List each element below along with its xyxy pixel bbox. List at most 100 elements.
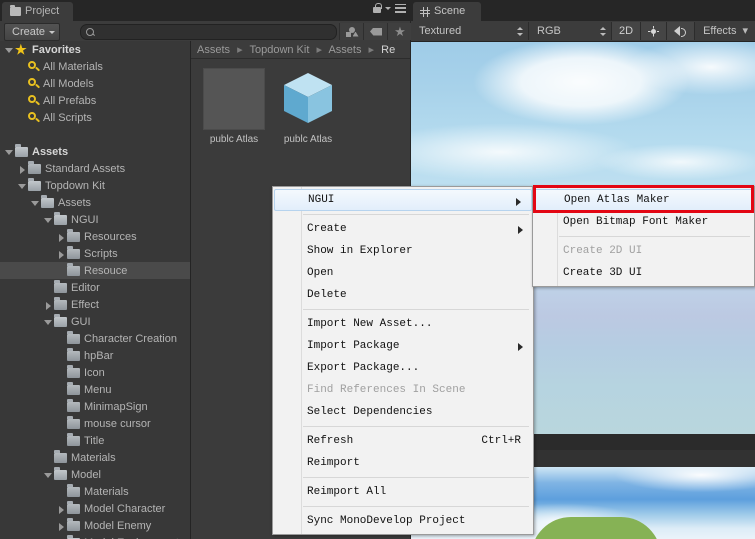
chevron-down-icon[interactable] bbox=[385, 6, 391, 10]
tree-item-character-creation[interactable]: Character Creation bbox=[0, 330, 190, 347]
breadcrumb-item[interactable]: Assets bbox=[328, 44, 361, 56]
breadcrumb-item[interactable]: Assets bbox=[197, 44, 230, 56]
toggle-audio-button[interactable] bbox=[667, 22, 696, 40]
menu-item-reimport-all[interactable]: Reimport All bbox=[273, 481, 533, 503]
project-panel-options bbox=[373, 3, 406, 13]
breadcrumb-current: Re bbox=[381, 44, 396, 56]
tree-item-scripts[interactable]: Scripts bbox=[0, 245, 190, 262]
tree-item-assets[interactable]: Assets bbox=[0, 143, 190, 160]
menu-item-open-bitmap-font-maker[interactable]: Open Bitmap Font Maker bbox=[533, 211, 754, 233]
tree-item-standard-assets[interactable]: Standard Assets bbox=[0, 160, 190, 177]
tree-item-topdown-kit[interactable]: Topdown Kit bbox=[0, 177, 190, 194]
tree-item-materials[interactable]: Materials bbox=[0, 483, 190, 500]
tree-item-title[interactable]: Title bbox=[0, 432, 190, 449]
tree-item-label: Model Character bbox=[84, 502, 166, 515]
menu-item-find-references-in-scene: Find References In Scene bbox=[273, 379, 533, 401]
filter-by-type-button[interactable] bbox=[339, 23, 364, 40]
menu-item-create-2d-ui: Create 2D UI bbox=[533, 240, 754, 262]
chevron-down-icon[interactable] bbox=[4, 146, 15, 157]
chevron-down-icon[interactable] bbox=[43, 316, 54, 327]
menu-item-import-new-asset[interactable]: Import New Asset... bbox=[273, 313, 533, 335]
chevron-right-icon[interactable] bbox=[56, 231, 67, 242]
chevron-down-icon[interactable] bbox=[43, 214, 54, 225]
tree-item-mouse-cursor[interactable]: mouse cursor bbox=[0, 415, 190, 432]
submenu-items: Open Atlas Maker Open Bitmap Font Maker Cr… bbox=[533, 189, 754, 284]
breadcrumb-item[interactable]: Topdown Kit bbox=[249, 44, 309, 56]
create-button[interactable]: Create bbox=[4, 23, 61, 41]
chevron-down-icon[interactable] bbox=[17, 180, 28, 191]
chevron-right-icon[interactable] bbox=[17, 163, 28, 174]
menu-item-open[interactable]: Open bbox=[273, 262, 533, 284]
tree-item-hpbar[interactable]: hpBar bbox=[0, 347, 190, 364]
chevron-down-icon[interactable] bbox=[43, 469, 54, 480]
grid-icon bbox=[420, 6, 430, 17]
tab-scene[interactable]: Scene bbox=[413, 2, 482, 21]
tree-item-minimapsign[interactable]: MinimapSign bbox=[0, 398, 190, 415]
hamburger-menu-icon[interactable] bbox=[395, 3, 406, 13]
chevron-right-icon[interactable] bbox=[56, 248, 67, 259]
tree-item-model-enemy[interactable]: Model Enemy bbox=[0, 517, 190, 534]
scene-tabstrip: Scene bbox=[411, 0, 755, 21]
tree-item-label: mouse cursor bbox=[84, 417, 151, 430]
tree-item-gui[interactable]: GUI bbox=[0, 313, 190, 330]
tree-item-menu[interactable]: Menu bbox=[0, 381, 190, 398]
tree-item-ngui[interactable]: NGUI bbox=[0, 211, 190, 228]
draw-mode-dropdown[interactable]: Textured bbox=[411, 22, 529, 40]
menu-item-open-atlas-maker[interactable]: Open Atlas Maker bbox=[534, 189, 753, 211]
filter-favorites-button[interactable]: ★ bbox=[387, 23, 412, 40]
menu-item-export-package[interactable]: Export Package... bbox=[273, 357, 533, 379]
tree-item-all-models[interactable]: All Models bbox=[0, 75, 190, 92]
color-mode-dropdown[interactable]: RGB bbox=[529, 22, 612, 40]
tree-item-materials[interactable]: Materials bbox=[0, 449, 190, 466]
tree-item-resouce[interactable]: Resouce bbox=[0, 262, 190, 279]
star-icon: ★ bbox=[394, 24, 406, 39]
tree-item-label: Menu bbox=[84, 383, 112, 396]
toggle-2d-button[interactable]: 2D bbox=[612, 22, 642, 40]
project-toolbar: Create ★ bbox=[0, 21, 412, 42]
menu-item-create-3d-ui[interactable]: Create 3D UI bbox=[533, 262, 754, 284]
context-menu[interactable]: NGUI Create Show in Explorer Open Delete Impo… bbox=[272, 186, 534, 535]
menu-item-show-in-explorer[interactable]: Show in Explorer bbox=[273, 240, 533, 262]
tab-project[interactable]: Project bbox=[2, 2, 74, 21]
folder-icon bbox=[28, 161, 41, 174]
menu-item-import-package[interactable]: Import Package bbox=[273, 335, 533, 357]
menu-item-select-dependencies[interactable]: Select Dependencies bbox=[273, 401, 533, 423]
folder-icon bbox=[67, 263, 80, 276]
ngui-submenu[interactable]: Open Atlas Maker Open Bitmap Font Maker Cr… bbox=[532, 186, 755, 287]
asset-item[interactable]: publc Atlas bbox=[197, 68, 271, 145]
tree-item-effect[interactable]: Effect bbox=[0, 296, 190, 313]
tree-item-all-prefabs[interactable]: All Prefabs bbox=[0, 92, 190, 109]
breadcrumb[interactable]: Assets ▸ Topdown Kit ▸ Assets ▸ Re bbox=[191, 41, 410, 59]
asset-item[interactable]: publc Atlas bbox=[271, 68, 345, 145]
toggle-lighting-button[interactable] bbox=[641, 22, 668, 40]
tree-item-model[interactable]: Model bbox=[0, 466, 190, 483]
tree-item-assets[interactable]: Assets bbox=[0, 194, 190, 211]
effects-dropdown[interactable]: Effects ▾ bbox=[695, 22, 755, 40]
chevron-right-icon[interactable] bbox=[56, 503, 67, 514]
menu-item-create[interactable]: Create bbox=[273, 218, 533, 240]
chevron-down-icon[interactable] bbox=[30, 197, 41, 208]
tree-item-favorites[interactable]: ★ Favorites bbox=[0, 41, 190, 58]
tree-item-all-materials[interactable]: All Materials bbox=[0, 58, 190, 75]
menu-item-sync-monodevelop-project[interactable]: Sync MonoDevelop Project bbox=[273, 510, 533, 532]
menu-item-reimport[interactable]: Reimport bbox=[273, 452, 533, 474]
menu-item-refresh[interactable]: Refresh Ctrl+R bbox=[273, 430, 533, 452]
tree-item-label: GUI bbox=[71, 315, 91, 328]
folder-icon bbox=[54, 297, 67, 310]
chevron-right-icon[interactable] bbox=[56, 520, 67, 531]
tree-item-editor[interactable]: Editor bbox=[0, 279, 190, 296]
filter-by-label-button[interactable] bbox=[363, 23, 388, 40]
tree-item-model-environment[interactable]: Model Environment bbox=[0, 534, 190, 539]
chevron-down-icon[interactable] bbox=[4, 44, 15, 55]
tree-item-model-character[interactable]: Model Character bbox=[0, 500, 190, 517]
search-input[interactable] bbox=[80, 24, 337, 40]
scene-toolbar: Textured RGB 2D Effects ▾ bbox=[411, 21, 755, 42]
chevron-right-icon[interactable] bbox=[43, 299, 54, 310]
menu-item-delete[interactable]: Delete bbox=[273, 284, 533, 306]
lock-icon[interactable] bbox=[373, 3, 382, 13]
project-tree[interactable]: ★ Favorites All Materials All Models All Pre… bbox=[0, 41, 190, 539]
tree-item-icon[interactable]: Icon bbox=[0, 364, 190, 381]
tree-item-resources[interactable]: Resources bbox=[0, 228, 190, 245]
tree-item-all-scripts[interactable]: All Scripts bbox=[0, 109, 190, 126]
menu-item-ngui[interactable]: NGUI bbox=[274, 189, 532, 211]
